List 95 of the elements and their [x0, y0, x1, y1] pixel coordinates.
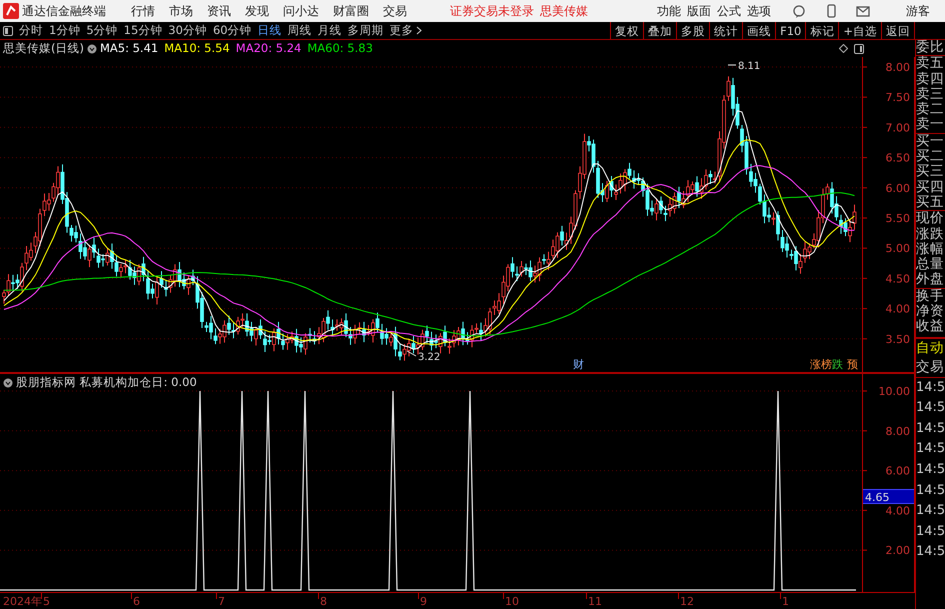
- quote-label: 涨幅: [916, 242, 945, 257]
- chart-title: 思美传媒(日线): [3, 40, 84, 57]
- date-label: 6: [133, 594, 140, 609]
- price-tick-label: 8.00: [886, 61, 910, 74]
- date-label: 1: [782, 594, 789, 609]
- trade-time: 14:5: [916, 378, 945, 397]
- login-status[interactable]: 证券交易未登录: [450, 2, 534, 20]
- price-tick-label: 6.00: [886, 182, 910, 195]
- trade-time: 14:5: [916, 440, 945, 458]
- event-tag[interactable]: 跌: [832, 359, 843, 371]
- date-label: 12: [680, 594, 694, 609]
- quote-label: 现价: [916, 211, 945, 227]
- menu-item[interactable]: 功能: [654, 2, 684, 20]
- period-tab[interactable]: 15分钟: [120, 22, 166, 39]
- menu-item[interactable]: 市场: [162, 2, 200, 20]
- quote-label: 买四: [916, 180, 945, 195]
- quote-label: 买二: [916, 149, 945, 164]
- period-tab[interactable]: 多周期: [344, 22, 387, 39]
- quote-label: 买一: [916, 134, 945, 150]
- quote-label: 买五: [916, 194, 945, 210]
- period-tab[interactable]: 周线: [284, 22, 315, 39]
- price-tick-label: 7.50: [886, 91, 910, 104]
- price-tick-label: 6.50: [886, 152, 910, 165]
- trade-time: 14:5: [916, 399, 945, 418]
- price-tick-label: 5.00: [886, 242, 910, 256]
- indicator-tick-label: 2.00: [886, 544, 910, 558]
- more-dropdown[interactable]: 更多: [386, 22, 425, 39]
- ma-value: MA20: 5.24: [236, 40, 302, 57]
- date-label: 7: [218, 594, 225, 609]
- price-tick-label: 7.00: [886, 121, 910, 134]
- toolbar-button[interactable]: 返回: [881, 22, 915, 39]
- menu-item[interactable]: 公式: [714, 2, 744, 20]
- quote-label: 卖四: [916, 72, 945, 87]
- period-tab[interactable]: 日线: [254, 22, 285, 39]
- trade-time: 14:5: [916, 420, 945, 438]
- event-tag[interactable]: 预: [847, 359, 858, 371]
- menu-item[interactable]: 交易: [376, 2, 414, 20]
- date-label: 9: [420, 594, 427, 609]
- quote-label: 卖二: [916, 102, 945, 118]
- app-title: 通达信金融终端: [22, 3, 106, 20]
- high-price-label: 8.11: [728, 61, 760, 72]
- quote-label: 换手: [916, 288, 945, 304]
- auto-trade-label[interactable]: 自动: [916, 338, 945, 358]
- price-tick-label: 4.00: [886, 302, 910, 316]
- cursor-value-label: 4.65: [863, 489, 914, 504]
- indicator-tick-label: 6.00: [886, 464, 910, 478]
- menu-item[interactable]: 版面: [684, 2, 714, 20]
- indicator-tick-label: 10.00: [878, 385, 910, 398]
- period-tab[interactable]: 分时: [16, 22, 46, 39]
- period-tab[interactable]: 5分钟: [83, 22, 121, 39]
- date-label: 2024年: [3, 594, 42, 609]
- quote-label: 卖一: [916, 117, 945, 133]
- quote-label: 卖三: [916, 86, 945, 102]
- menu-item[interactable]: 问小达: [276, 2, 326, 20]
- menu-item[interactable]: 发现: [238, 2, 276, 20]
- ma-value: MA60: 5.83: [307, 40, 373, 57]
- date-label: 8: [320, 594, 327, 609]
- quote-label: 委比: [916, 40, 945, 56]
- ma-value: MA5: 5.41: [100, 40, 158, 57]
- trade-time: 14:5: [916, 502, 945, 520]
- event-tag[interactable]: 涨榜: [810, 359, 832, 371]
- quote-label: 总量: [916, 257, 945, 272]
- quote-label: 净资: [916, 304, 945, 320]
- stock-name: 思美传媒: [540, 3, 588, 20]
- date-label: 5: [43, 594, 50, 609]
- period-tab[interactable]: 30分钟: [165, 22, 210, 39]
- user-label[interactable]: 游客: [906, 2, 930, 20]
- trade-time: 14:5: [916, 522, 945, 541]
- menu-item[interactable]: 财富圈: [326, 2, 376, 20]
- quote-label: 卖五: [916, 56, 945, 72]
- price-tick-label: 4.50: [886, 272, 910, 286]
- period-tab[interactable]: 60分钟: [210, 22, 255, 39]
- date-label: 11: [588, 594, 602, 609]
- low-price-label: 3.22: [406, 350, 440, 363]
- indicator-tick-label: 4.00: [886, 504, 910, 518]
- period-tab[interactable]: 1分钟: [46, 22, 84, 39]
- menu-item[interactable]: 行情: [124, 2, 162, 20]
- menu-item[interactable]: 选项: [744, 2, 774, 20]
- price-tick-label: 5.50: [886, 212, 910, 225]
- trade-time: 14:5: [916, 461, 945, 480]
- quote-label: 涨跌: [916, 226, 945, 242]
- ma-value: MA10: 5.54: [164, 40, 230, 57]
- quote-label: 收益: [916, 319, 945, 335]
- trade-time: 14:5: [916, 482, 945, 500]
- date-label: 10: [505, 594, 519, 609]
- quote-label: 买三: [916, 164, 945, 180]
- menu-item[interactable]: 资讯: [200, 2, 238, 20]
- trade-time: 14:5: [916, 543, 945, 562]
- price-tick-label: 3.50: [886, 332, 910, 346]
- quote-label: 外盘: [916, 272, 945, 288]
- event-tag[interactable]: 财: [573, 359, 584, 371]
- indicator-title: 股朋指标网 私募机构加仓日: 0.00: [16, 374, 197, 391]
- trade-label: 交易: [916, 358, 945, 378]
- indicator-tick-label: 8.00: [886, 424, 910, 438]
- period-tab[interactable]: 月线: [314, 22, 345, 39]
